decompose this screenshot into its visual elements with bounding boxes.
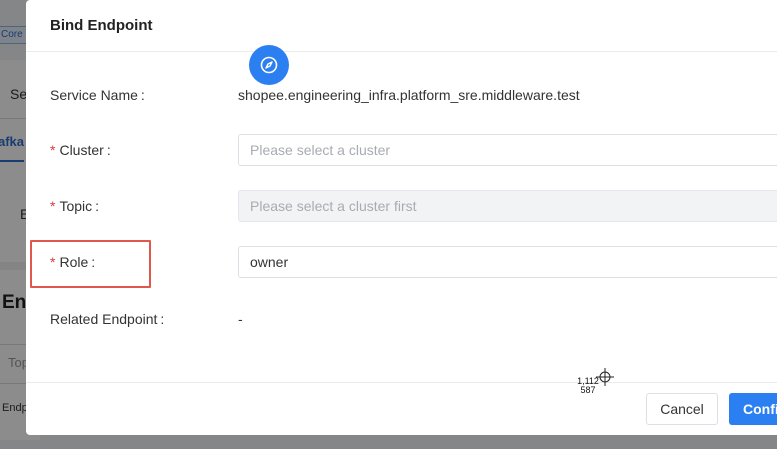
service-name-value: shopee.engineering_infra.platform_sre.mi… [238,87,580,103]
label-colon: : [106,142,111,158]
cursor-y: 587 [580,385,596,395]
topic-select: Please select a cluster first [238,190,777,222]
required-asterisk: * [50,198,56,214]
cluster-label: * Cluster: [50,142,111,158]
related-endpoint-label: Related Endpoint: [50,311,164,327]
bind-endpoint-dialog: Bind Endpoint Service Name: shopee.engin… [26,0,777,435]
related-endpoint-value: - [238,311,243,327]
compass-button[interactable] [249,45,289,85]
role-label: * Role: [50,254,95,270]
label-colon: : [160,311,165,327]
topic-label-text: Topic [59,198,93,214]
confirm-button[interactable]: Confi [729,393,777,425]
dialog-header: Bind Endpoint [26,0,777,52]
label-colon: : [95,198,100,214]
label-colon: : [140,87,145,103]
role-label-text: Role [59,254,89,270]
required-asterisk: * [50,142,56,158]
cluster-select[interactable]: Please select a cluster [238,134,777,166]
service-name-label-text: Service Name [50,87,138,103]
compass-icon [260,56,278,74]
related-endpoint-label-text: Related Endpoint [50,311,158,327]
topic-label: * Topic: [50,198,99,214]
cluster-label-text: Cluster [59,142,104,158]
required-asterisk: * [50,254,56,270]
dialog-footer-divider [26,382,777,383]
cursor-coordinates: 1,112 587 [576,377,600,395]
role-select[interactable]: owner [238,246,777,278]
dialog-title: Bind Endpoint [50,17,153,34]
cancel-button[interactable]: Cancel [646,393,718,425]
service-name-label: Service Name: [50,87,145,103]
label-colon: : [91,254,96,270]
